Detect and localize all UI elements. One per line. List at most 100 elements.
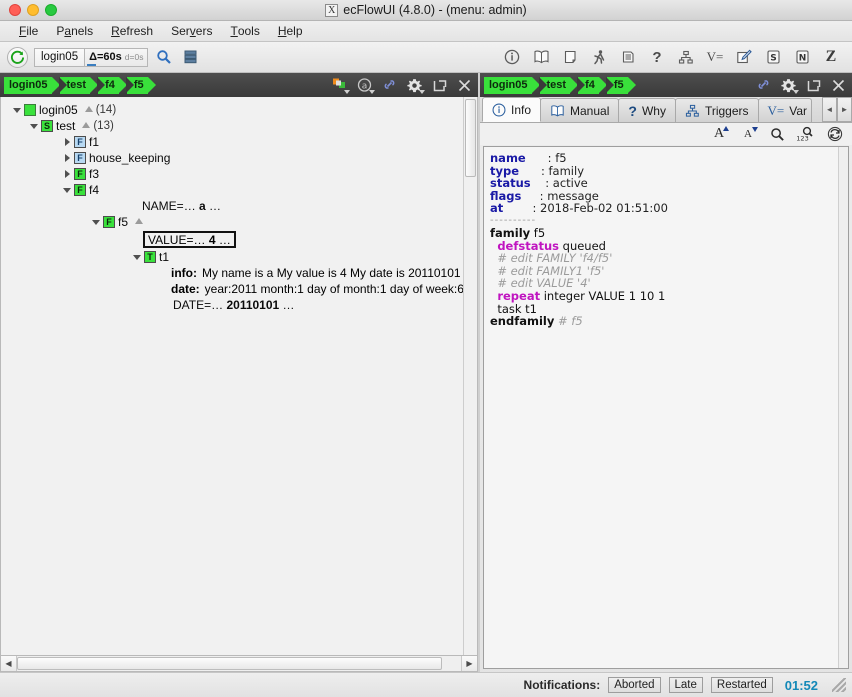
variables-icon[interactable]: V= (705, 47, 725, 67)
breadcrumb-item-test[interactable]: test (58, 76, 98, 94)
menu-file[interactable]: FFileile (10, 21, 47, 41)
twisty-collapsed-icon[interactable] (61, 166, 74, 182)
breadcrumb-item-test[interactable]: test (538, 76, 578, 94)
status-badge-aborted[interactable]: Aborted (608, 677, 661, 693)
twisty-expanded-icon[interactable] (90, 214, 103, 230)
tab-scroll-left-icon[interactable]: ◄ (822, 97, 837, 122)
twisty-collapsed-icon[interactable] (61, 150, 74, 166)
node-colour-icon[interactable] (331, 77, 350, 94)
suite-icon[interactable]: S (763, 47, 783, 67)
close-panel-icon[interactable] (456, 77, 473, 94)
scroll-left-icon[interactable]: ◀ (1, 656, 17, 671)
tab-manual[interactable]: Manual (540, 98, 620, 122)
suite-status-badge: S (41, 120, 53, 132)
tree-row[interactable]: NAME=… a … (1, 198, 477, 214)
menu-refresh[interactable]: Refresh (102, 21, 162, 41)
breadcrumb-item-f5[interactable]: f5 (125, 76, 156, 94)
edit-icon[interactable] (734, 47, 754, 67)
link-icon[interactable] (755, 77, 772, 94)
tree-row[interactable]: VALUE=… 4 … (1, 230, 477, 249)
info-vertical-scrollbar[interactable] (838, 147, 848, 668)
breadcrumb-item-f5[interactable]: f5 (605, 76, 636, 94)
tree-horizontal-scrollbar[interactable]: ◀ ▶ (0, 656, 478, 672)
detach-icon[interactable] (431, 77, 448, 94)
menu-servers[interactable]: Ser v ers (162, 21, 221, 41)
tree-row[interactable]: S test (13) (1, 118, 477, 134)
line-numbers-icon[interactable]: 123 (797, 125, 815, 143)
attribute-variable[interactable]: DATE=… 20110101 … (171, 297, 295, 313)
tree-row[interactable]: login05 (14) (1, 102, 477, 118)
ecflowui-window: X ecFlowUI (4.8.0) - (menu: admin) FFile… (0, 0, 852, 697)
search-icon[interactable] (768, 125, 786, 143)
why-icon[interactable]: ? (647, 47, 667, 67)
tab-var[interactable]: V= Var (757, 98, 813, 122)
job-status-icon[interactable] (589, 47, 609, 67)
attribute-filter-icon[interactable]: a (356, 77, 375, 94)
detach-icon[interactable] (805, 77, 822, 94)
manual-icon[interactable] (531, 47, 551, 67)
twisty-expanded-icon[interactable] (28, 118, 41, 134)
node-tree[interactable]: login05 (14) S test (13) F f1 F house_ke… (0, 97, 478, 656)
zombies-icon[interactable]: Z (821, 47, 841, 67)
tree-hscroll-thumb[interactable] (17, 657, 442, 670)
info-icon (492, 103, 506, 117)
main-split: login05 test f4 f5 a login05 (14) S test… (0, 73, 852, 672)
tree-row[interactable]: T t1 (1, 249, 477, 265)
family-status-badge: F (74, 168, 86, 180)
tree-row[interactable]: date: year:2011 month:1 day of month:1 d… (1, 281, 477, 297)
tree-row[interactable]: F f3 (1, 166, 477, 182)
tree-row[interactable]: info: My name is a My value is 4 My date… (1, 265, 477, 281)
tab-why[interactable]: ? Why (618, 98, 676, 122)
attribute-variable[interactable]: NAME=… a … (140, 198, 221, 214)
tree-row[interactable]: F house_keeping (1, 150, 477, 166)
menu-tools[interactable]: Tools (221, 21, 268, 41)
attribute-repeat-selected[interactable]: VALUE=… 4 … (143, 231, 236, 248)
tree-vertical-scroll-thumb[interactable] (465, 99, 476, 177)
reload-icon[interactable] (826, 125, 844, 143)
tree-hscroll-track[interactable] (17, 656, 461, 671)
refresh-interval[interactable]: Δ=60s d=0s (84, 48, 148, 66)
output-icon[interactable] (618, 47, 638, 67)
tree-row[interactable]: F f1 (1, 134, 477, 150)
font-increase-icon[interactable]: A (710, 125, 729, 143)
menu-panels[interactable]: Pa nels (47, 21, 102, 41)
info-panel: login05 test f4 f5 Info Manual ? Why Tri… (480, 73, 852, 672)
triggers-icon[interactable] (676, 47, 696, 67)
settings-icon[interactable] (780, 77, 799, 94)
twisty-expanded-icon[interactable] (131, 249, 144, 265)
menu-help[interactable]: Help (269, 21, 312, 41)
scroll-right-icon[interactable]: ▶ (461, 656, 477, 671)
breadcrumb-item-login05[interactable]: login05 (4, 76, 59, 94)
font-decrease-icon[interactable]: A (739, 125, 758, 143)
twisty-collapsed-icon[interactable] (61, 134, 74, 150)
tab-info[interactable]: Info (482, 97, 542, 122)
node-icon[interactable]: N (792, 47, 812, 67)
close-panel-icon[interactable] (830, 77, 847, 94)
tab-scroll-right-icon[interactable]: ► (837, 97, 852, 122)
status-badge-late[interactable]: Late (668, 677, 703, 693)
servers-icon[interactable] (180, 47, 200, 67)
tree-row[interactable]: DATE=… 20110101 … (1, 297, 477, 313)
resize-grip-icon[interactable] (832, 678, 846, 692)
refresh-icon[interactable] (7, 46, 28, 68)
tree-vertical-scrollbar[interactable] (463, 97, 477, 655)
tab-triggers[interactable]: Triggers (674, 98, 759, 122)
twisty-expanded-icon[interactable] (11, 102, 24, 118)
twisty-expanded-icon[interactable] (61, 182, 74, 198)
link-icon[interactable] (381, 77, 398, 94)
tree-row[interactable]: F f4 (1, 182, 477, 198)
tree-node-count: (14) (95, 104, 117, 116)
info-icon[interactable] (502, 47, 522, 67)
status-badge-restarted[interactable]: Restarted (710, 677, 773, 693)
info-content[interactable]: name : f5 type : family status : active … (483, 146, 849, 669)
breadcrumb-item-f4[interactable]: f4 (97, 76, 127, 94)
tree-node-label: house_keeping (89, 151, 171, 165)
script-icon[interactable] (560, 47, 580, 67)
breadcrumb-item-f4[interactable]: f4 (577, 76, 607, 94)
tree-row[interactable]: F f5 (1, 214, 477, 230)
breadcrumb-item-login05[interactable]: login05 (484, 76, 539, 94)
server-selector[interactable]: login05 Δ=60s d=0s (34, 47, 149, 67)
menubar: FFileile Panels Refresh Servers Tools He… (0, 21, 852, 42)
search-icon[interactable] (154, 47, 174, 67)
settings-icon[interactable] (406, 77, 425, 94)
